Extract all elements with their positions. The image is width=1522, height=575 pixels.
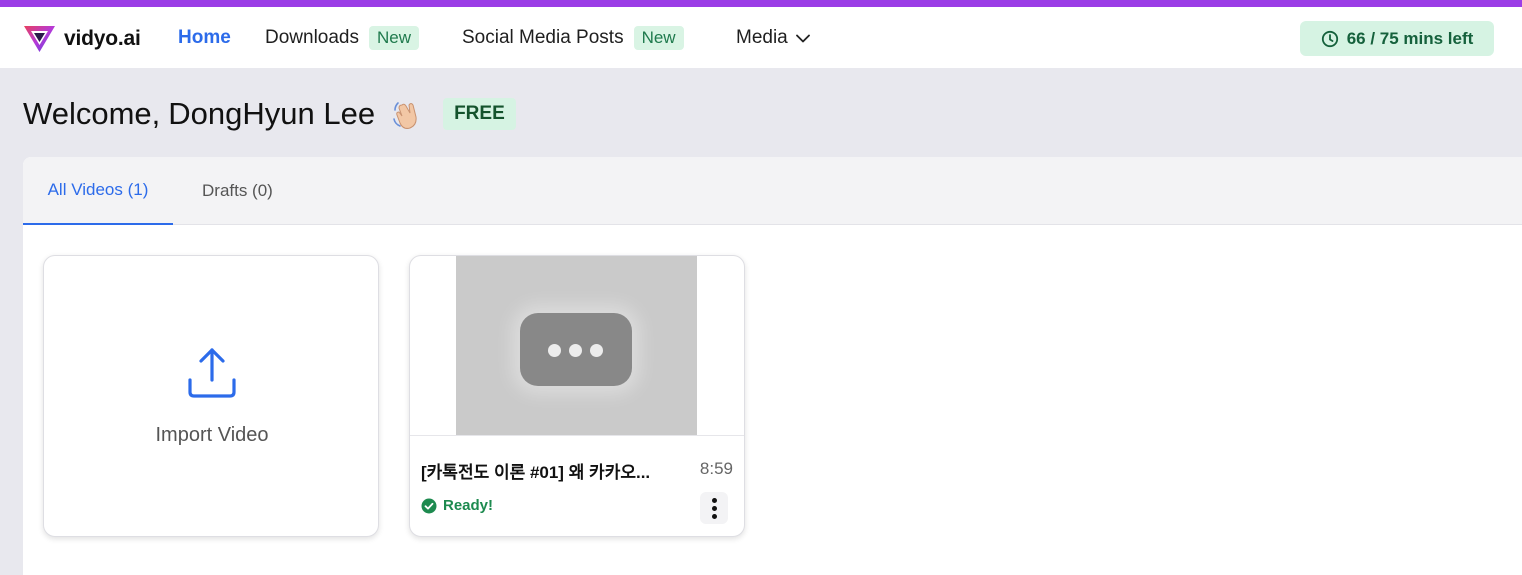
upload-icon — [188, 348, 236, 398]
welcome-prefix: Welcome, — [23, 96, 161, 131]
video-tabs: All Videos (1) Drafts (0) — [23, 157, 1522, 225]
placeholder-dot — [569, 344, 582, 357]
placeholder-dot — [548, 344, 561, 357]
top-accent-bar — [0, 0, 1522, 7]
video-status-label: Ready! — [443, 497, 494, 514]
new-badge: New — [633, 26, 684, 50]
top-navbar: vidyo.ai Home Downloads New Social Media… — [0, 7, 1522, 68]
placeholder-dot — [590, 344, 603, 357]
nav-home-label: Home — [178, 27, 231, 48]
nav-social-label: Social Media Posts — [462, 27, 624, 48]
video-card[interactable]: [카톡전도 이론 #01] 왜 카카오... 8:59 Ready! — [409, 255, 745, 537]
nav-downloads[interactable]: Downloads New — [265, 24, 420, 52]
nav-home[interactable]: Home — [178, 24, 231, 52]
videos-panel: All Videos (1) Drafts (0) Import Video [… — [23, 157, 1522, 575]
nav-media-dropdown[interactable]: Media — [736, 24, 810, 52]
plan-badge: FREE — [443, 98, 516, 130]
new-badge: New — [369, 26, 420, 50]
nav-downloads-label: Downloads — [265, 27, 359, 48]
import-video-card[interactable]: Import Video — [43, 255, 379, 537]
nav-social-media-posts[interactable]: Social Media Posts New — [462, 24, 684, 52]
nav-media-label: Media — [736, 27, 788, 48]
kebab-dot — [711, 497, 717, 503]
tab-all-videos[interactable]: All Videos (1) — [23, 157, 173, 225]
video-status: Ready! — [421, 497, 493, 514]
card-divider — [410, 435, 744, 436]
minutes-remaining-label: 66 / 75 mins left — [1346, 28, 1474, 48]
brand-name: vidyo.ai — [64, 26, 141, 50]
vidyo-logo-icon — [24, 26, 55, 52]
clock-icon — [1321, 30, 1338, 47]
welcome-header: Welcome, DongHyun Lee FREE — [23, 95, 516, 133]
more-vertical-icon[interactable] — [700, 492, 728, 524]
import-video-label: Import Video — [155, 424, 269, 446]
minutes-remaining-badge[interactable]: 66 / 75 mins left — [1300, 21, 1494, 56]
video-placeholder-icon — [520, 313, 632, 386]
tab-drafts[interactable]: Drafts (0) — [202, 157, 273, 225]
chevron-down-icon — [795, 34, 810, 42]
user-name: DongHyun Lee — [168, 96, 376, 131]
waving-hand-icon — [393, 102, 417, 129]
video-thumbnail[interactable] — [456, 256, 697, 436]
kebab-dot — [711, 505, 717, 511]
kebab-dot — [711, 513, 717, 519]
brand-logo[interactable]: vidyo.ai — [23, 24, 141, 53]
video-title[interactable]: [카톡전도 이론 #01] 왜 카카오... — [421, 458, 677, 483]
video-duration: 8:59 — [699, 459, 733, 478]
check-circle-icon — [421, 498, 437, 513]
